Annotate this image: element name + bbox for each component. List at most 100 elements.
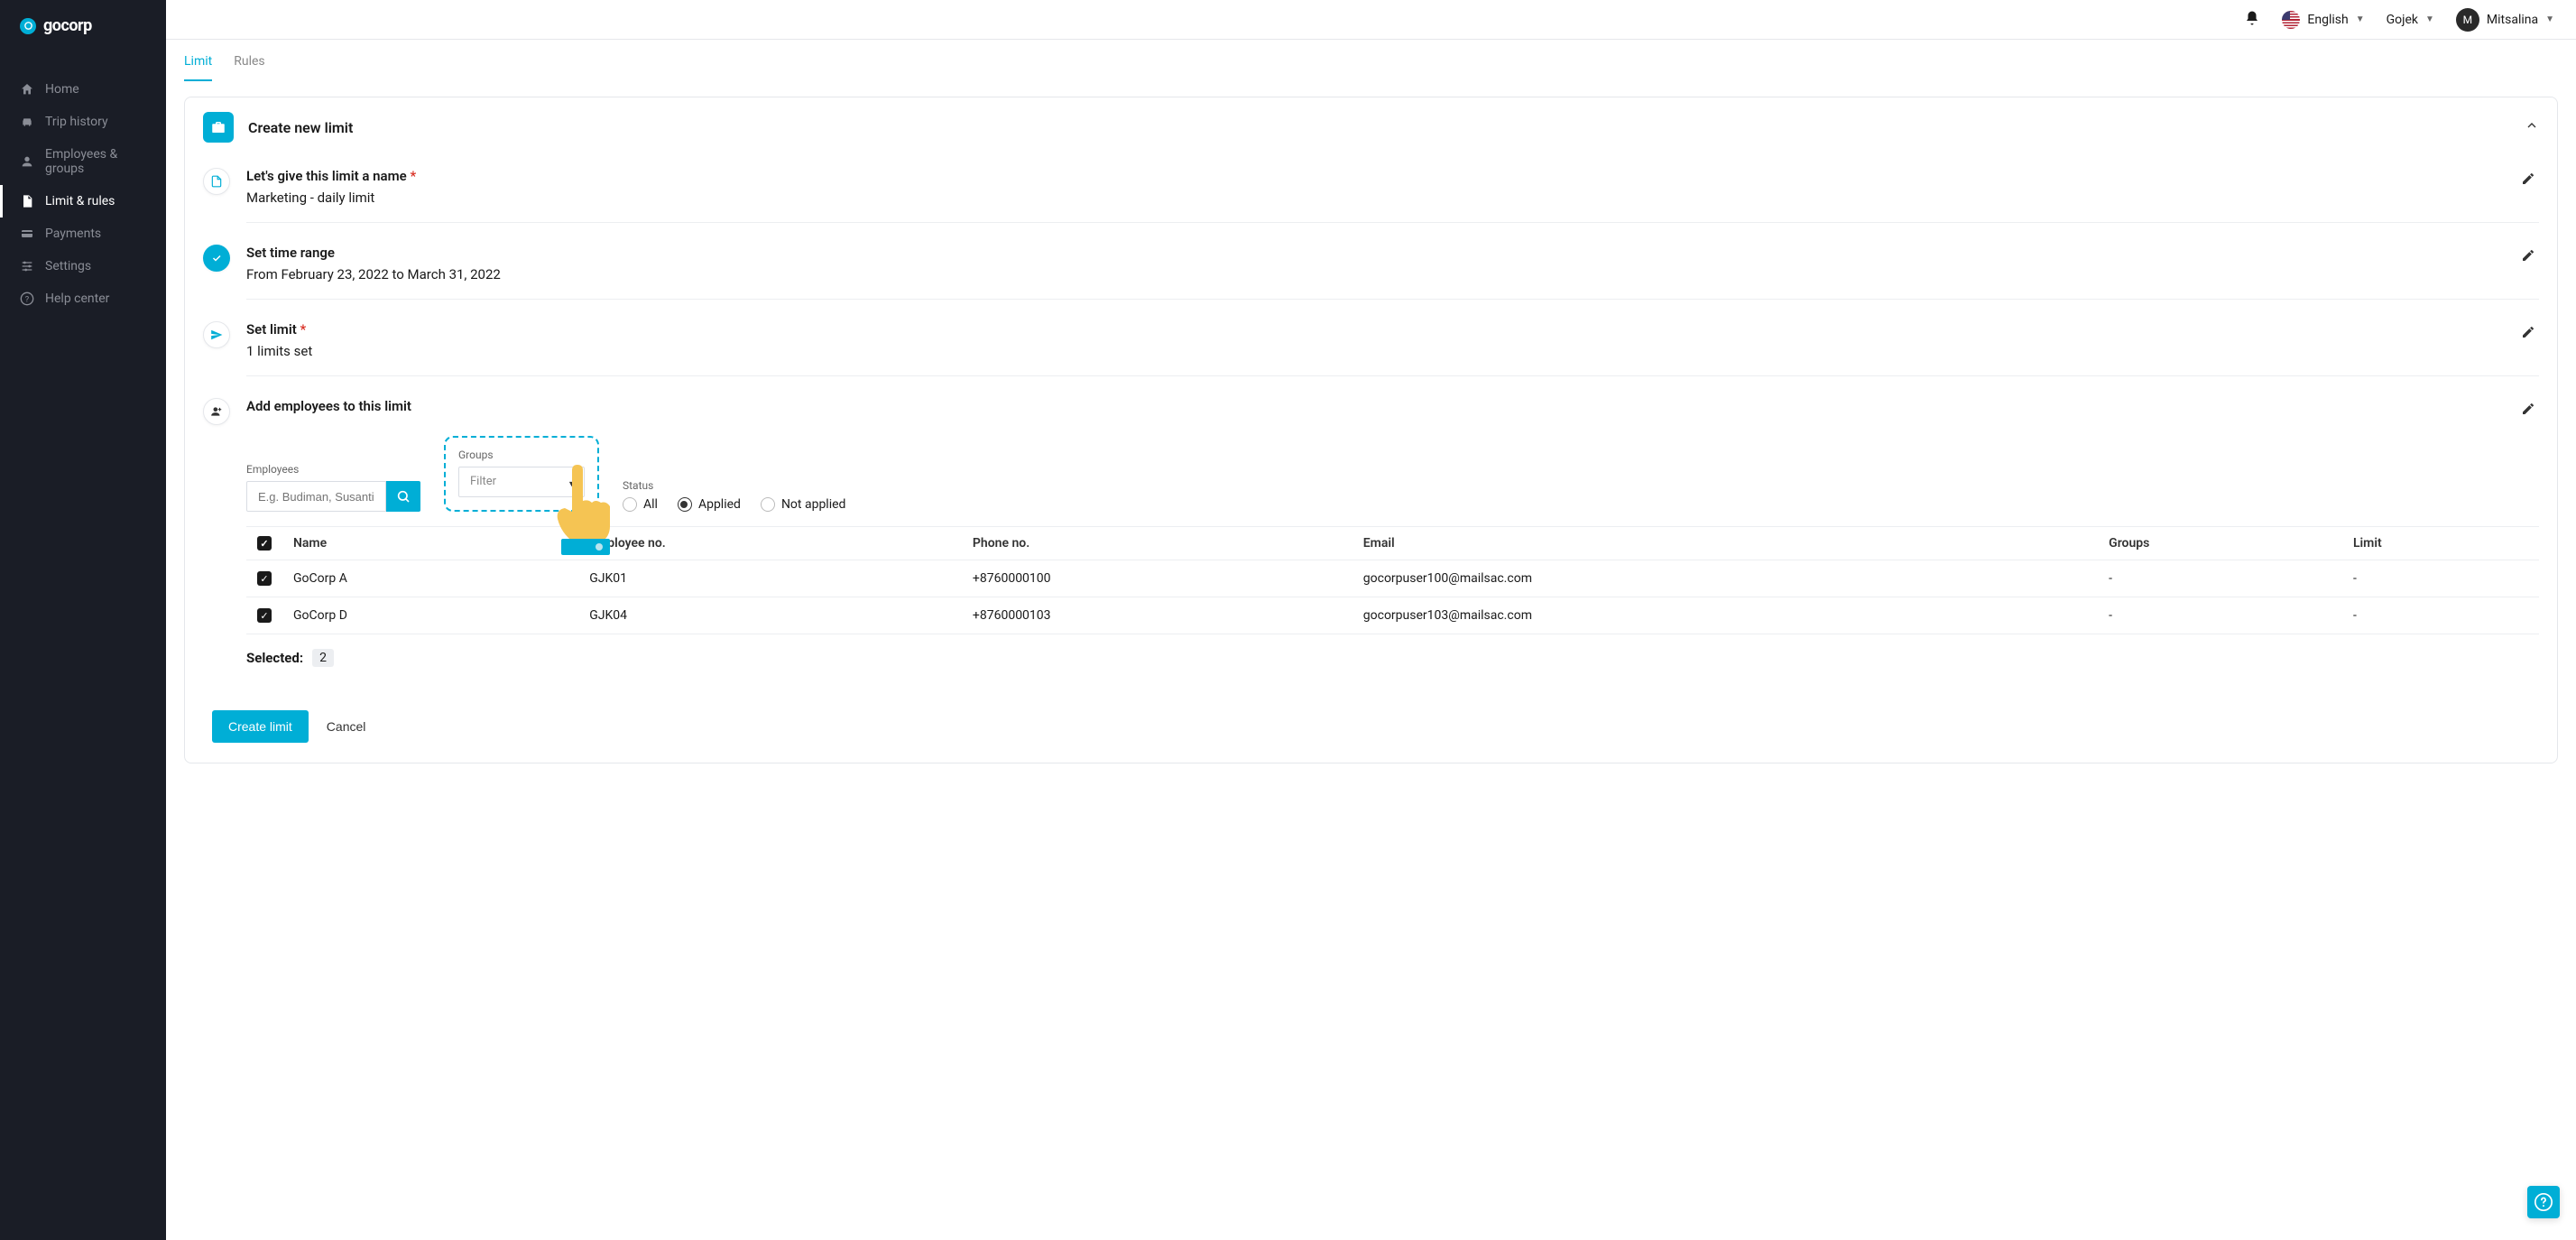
sidebar-item-settings[interactable]: Settings	[0, 250, 166, 282]
svg-text:?: ?	[25, 294, 30, 304]
sidebar-nav: Home Trip history Employees & groups Lim…	[0, 73, 166, 315]
step-title: Set limit *	[246, 321, 2517, 338]
tab-limit[interactable]: Limit	[184, 43, 212, 81]
create-limit-button[interactable]: Create limit	[212, 710, 309, 743]
notifications-icon[interactable]	[2244, 10, 2260, 30]
edit-button[interactable]	[2517, 398, 2539, 423]
step-title: Add employees to this limit	[246, 398, 2517, 414]
pencil-icon	[2521, 171, 2535, 186]
row-checkbox[interactable]: ✓	[257, 608, 272, 623]
cell-phone: +8760000100	[962, 560, 1353, 597]
step-add-employees: Add employees to this limit Employees	[203, 387, 2539, 678]
collapse-toggle[interactable]	[2525, 118, 2539, 136]
check-icon	[203, 245, 230, 272]
step-value: 1 limits set	[246, 343, 2517, 359]
employees-table: ✓ Name Employee no. Phone no. Email Grou…	[246, 526, 2539, 634]
sidebar-item-home[interactable]: Home	[0, 73, 166, 106]
groups-filter-highlight: Groups Filter ▼	[444, 436, 599, 512]
company-label: Gojek	[2387, 13, 2418, 27]
main-content: English ▼ Gojek ▼ M Mitsalina ▼ Limit Ru…	[166, 0, 2576, 1240]
radio-icon	[678, 497, 692, 512]
selected-label: Selected:	[246, 650, 303, 666]
cell-name: GoCorp D	[282, 597, 578, 634]
file-icon	[203, 168, 230, 195]
edit-button[interactable]	[2517, 168, 2539, 193]
company-selector[interactable]: Gojek ▼	[2387, 13, 2434, 27]
sidebar-item-trip-history[interactable]: Trip history	[0, 106, 166, 138]
pencil-icon	[2521, 325, 2535, 339]
radio-label: Not applied	[781, 497, 846, 512]
step-title: Let's give this limit a name *	[246, 168, 2517, 184]
cell-limit: -	[2342, 560, 2539, 597]
pencil-icon	[2521, 248, 2535, 263]
sidebar-item-label: Settings	[45, 259, 91, 273]
search-button[interactable]	[386, 481, 420, 512]
status-radio-applied[interactable]: Applied	[678, 497, 741, 512]
employees-search-input[interactable]	[246, 481, 386, 512]
sidebar-item-label: Help center	[45, 291, 109, 306]
sidebar-item-label: Limit & rules	[45, 194, 115, 208]
sidebar-item-limit-rules[interactable]: Limit & rules	[0, 185, 166, 217]
user-menu[interactable]: M Mitsalina ▼	[2456, 8, 2554, 32]
edit-button[interactable]	[2517, 321, 2539, 347]
column-header: Email	[1353, 527, 2098, 560]
sidebar-item-payments[interactable]: Payments	[0, 217, 166, 250]
status-radio-not-applied[interactable]: Not applied	[761, 497, 846, 512]
panel-header: Create new limit	[185, 97, 2557, 157]
cell-emp-no: GJK04	[578, 597, 962, 634]
language-selector[interactable]: English ▼	[2282, 11, 2364, 29]
logo-text: gocorp	[43, 16, 92, 35]
groups-filter-select[interactable]: Filter	[458, 467, 585, 497]
cell-limit: -	[2342, 597, 2539, 634]
steps: Let's give this limit a name * Marketing…	[185, 157, 2557, 696]
user-icon	[20, 154, 34, 169]
file-icon	[20, 194, 34, 208]
tabs: Limit Rules	[166, 43, 2576, 82]
briefcase-icon	[203, 112, 234, 143]
chevron-down-icon: ▼	[2545, 14, 2554, 24]
sidebar-item-label: Payments	[45, 227, 101, 241]
column-header: Phone no.	[962, 527, 1353, 560]
status-radio-all[interactable]: All	[623, 497, 658, 512]
avatar: M	[2456, 8, 2479, 32]
radio-label: Applied	[698, 497, 741, 512]
cell-email: gocorpuser103@mailsac.com	[1353, 597, 2098, 634]
sliders-icon	[20, 259, 34, 273]
cancel-button[interactable]: Cancel	[327, 719, 366, 734]
tab-rules[interactable]: Rules	[234, 43, 264, 81]
cell-ph=one: +8760000103	[962, 597, 1353, 634]
logo-icon	[20, 18, 36, 34]
chevron-up-icon	[2525, 118, 2539, 133]
step-value: Marketing - daily limit	[246, 190, 2517, 206]
filter-label: Employees	[246, 463, 420, 476]
filter-label: Status	[623, 479, 845, 492]
logo[interactable]: gocorp	[0, 0, 166, 51]
row-checkbox[interactable]: ✓	[257, 571, 272, 586]
selected-count: Selected: 2	[246, 649, 2539, 667]
sidebar: gocorp Home Trip history Employees & gro…	[0, 0, 166, 1240]
add-user-icon	[203, 398, 230, 425]
language-label: English	[2307, 13, 2348, 27]
pencil-icon	[2521, 402, 2535, 416]
column-header: Groups	[2098, 527, 2342, 560]
sidebar-item-label: Home	[45, 82, 79, 97]
send-icon	[203, 321, 230, 348]
step-time-range: Set time range From February 23, 2022 to…	[203, 234, 2539, 310]
sidebar-item-help-center[interactable]: ? Help center	[0, 282, 166, 315]
home-icon	[20, 82, 34, 97]
help-icon: ?	[20, 291, 34, 306]
edit-button[interactable]	[2517, 245, 2539, 270]
card-icon	[20, 227, 34, 241]
flag-icon	[2282, 11, 2300, 29]
cell-email: gocorpuser100@mailsac.com	[1353, 560, 2098, 597]
sidebar-item-employees-groups[interactable]: Employees & groups	[0, 138, 166, 185]
column-header: Limit	[2342, 527, 2539, 560]
chevron-down-icon: ▼	[2425, 14, 2434, 24]
radio-icon	[761, 497, 775, 512]
help-fab[interactable]	[2527, 1186, 2560, 1218]
sidebar-item-label: Employees & groups	[45, 147, 146, 176]
step-value: From February 23, 2022 to March 31, 2022	[246, 266, 2517, 282]
help-icon	[2534, 1193, 2553, 1211]
table-row: ✓ GoCorp D GJK04 +8760000103 gocorpuser1…	[246, 597, 2539, 634]
select-all-checkbox[interactable]: ✓	[257, 536, 272, 551]
